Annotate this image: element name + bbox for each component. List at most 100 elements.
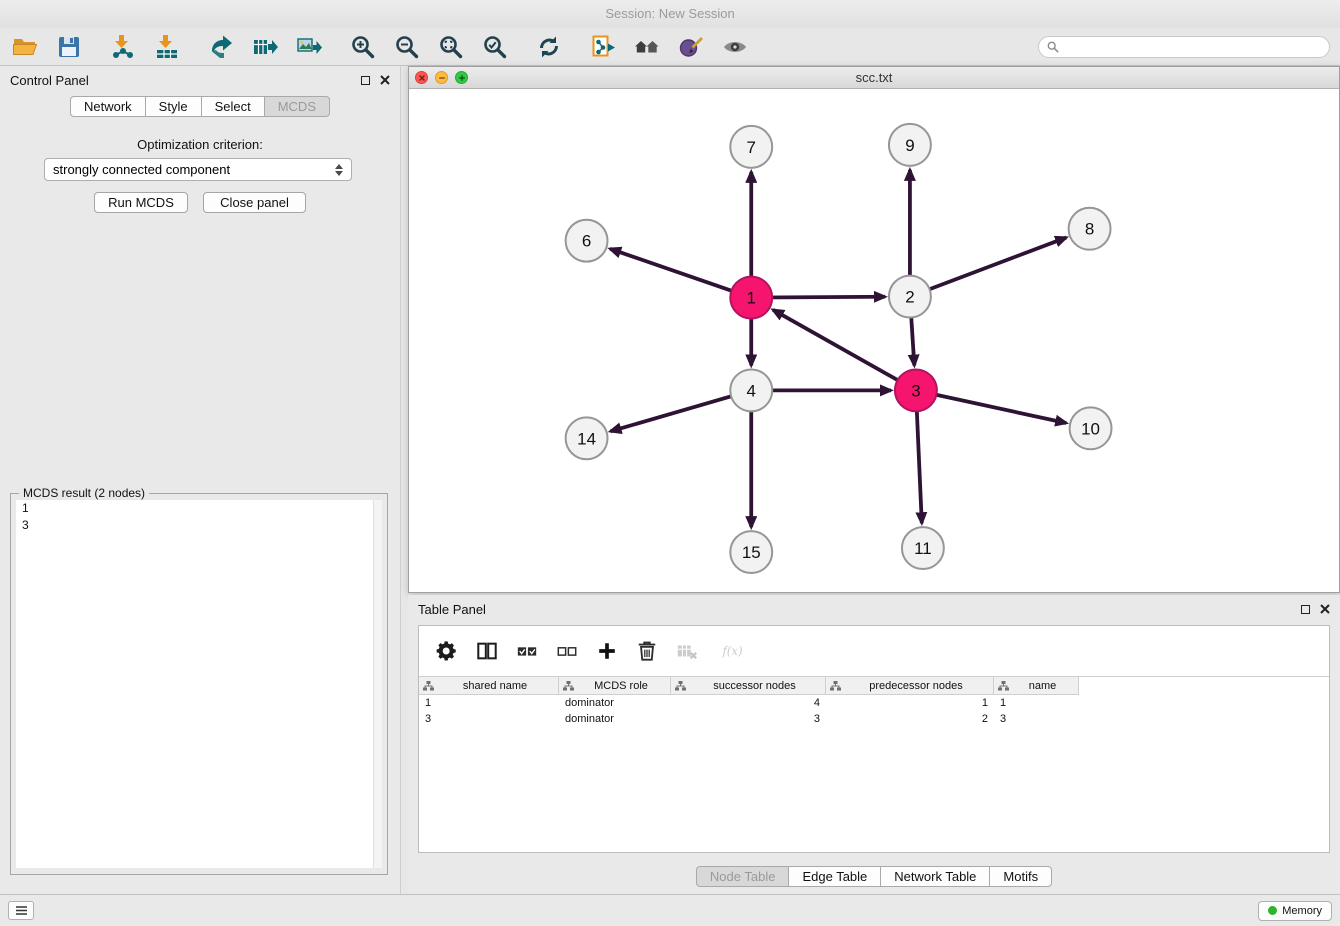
graph-edge-3-1[interactable] (773, 310, 916, 391)
minimize-window-icon[interactable] (435, 71, 448, 84)
mcds-result-box: MCDS result (2 nodes) 13 (10, 493, 388, 875)
result-line[interactable]: 3 (16, 517, 382, 534)
table-row[interactable]: 1dominator411 (419, 695, 1329, 711)
control-panel-float-icon[interactable] (361, 76, 370, 85)
graph-node-7[interactable]: 7 (730, 126, 772, 168)
tab-network-table[interactable]: Network Table (881, 866, 990, 887)
zoom-fit-icon[interactable] (436, 32, 466, 62)
network-canvas[interactable]: 7 9 6 8 1 2 4 3 14 10 15 11 (409, 89, 1339, 592)
cell-predecessor-nodes[interactable]: 2 (826, 711, 994, 727)
run-mcds-button[interactable]: Run MCDS (94, 192, 188, 213)
table-rows: 1dominator4113dominator323 (419, 695, 1329, 727)
graph-node-6[interactable]: 6 (566, 220, 608, 262)
graph-node-3[interactable]: 3 (895, 369, 937, 411)
save-session-icon[interactable] (54, 32, 84, 62)
zoom-selected-icon[interactable] (480, 32, 510, 62)
tab-mcds[interactable]: MCDS (265, 96, 330, 117)
cell-mcds-role[interactable]: dominator (559, 711, 671, 727)
cell-shared-name[interactable]: 3 (419, 711, 559, 727)
memory-button[interactable]: Memory (1258, 901, 1332, 921)
optimization-criterion-select[interactable]: strongly connected component (44, 158, 352, 181)
control-panel-close-icon[interactable] (380, 75, 390, 85)
network-window-title: scc.txt (409, 70, 1339, 85)
control-panel-tabs: Network Style Select MCDS (0, 96, 400, 117)
column-header-successor-nodes[interactable]: successor nodes (671, 677, 826, 695)
cell-successor-nodes[interactable]: 3 (671, 711, 826, 727)
toolbar-group (534, 32, 564, 62)
graph-node-label: 7 (747, 138, 756, 157)
table-row[interactable]: 3dominator323 (419, 711, 1329, 727)
table-panel-close-icon[interactable] (1320, 604, 1330, 614)
maximize-window-icon[interactable] (455, 71, 468, 84)
show-panels-button[interactable] (8, 901, 34, 920)
control-panel: Control Panel Network Style Select MCDS … (0, 66, 401, 894)
column-header-shared-name[interactable]: shared name (419, 677, 559, 695)
export-network-icon[interactable] (206, 32, 236, 62)
graph-edge-3-10[interactable] (916, 390, 1066, 423)
window-titlebar[interactable]: Session: New Session (0, 0, 1340, 28)
export-table-icon[interactable] (250, 32, 280, 62)
search-input[interactable] (1064, 40, 1321, 54)
column-header-mcds-role[interactable]: MCDS role (559, 677, 671, 695)
select-all-icon[interactable] (515, 639, 539, 663)
column-layout-icon[interactable] (475, 639, 499, 663)
search-box[interactable] (1038, 36, 1330, 58)
cell-mcds-role[interactable]: dominator (559, 695, 671, 711)
cell-successor-nodes[interactable]: 4 (671, 695, 826, 711)
table-panel-float-icon[interactable] (1301, 605, 1310, 614)
network-overview-icon[interactable] (632, 32, 662, 62)
network-graph[interactable]: 7 9 6 8 1 2 4 3 14 10 15 11 (409, 89, 1339, 592)
graph-node-11[interactable]: 11 (902, 527, 944, 569)
mcds-result-list[interactable]: 13 (16, 500, 382, 868)
graph-node-8[interactable]: 8 (1069, 208, 1111, 250)
graph-node-1[interactable]: 1 (730, 277, 772, 319)
graph-node-9[interactable]: 9 (889, 124, 931, 166)
graph-node-10[interactable]: 10 (1070, 407, 1112, 449)
result-line[interactable]: 1 (16, 500, 382, 517)
column-header-name[interactable]: name (994, 677, 1079, 695)
add-row-icon[interactable] (595, 639, 619, 663)
unselect-all-icon[interactable] (555, 639, 579, 663)
graph-edge-2-8[interactable] (910, 238, 1066, 297)
delete-row-icon[interactable] (635, 639, 659, 663)
toolbar-icon-groups (10, 32, 774, 62)
main-toolbar (0, 28, 1340, 66)
graph-node-14[interactable]: 14 (566, 417, 608, 459)
tab-select[interactable]: Select (202, 96, 265, 117)
tab-network[interactable]: Network (70, 96, 146, 117)
zoom-out-icon[interactable] (392, 32, 422, 62)
graph-edge-4-14[interactable] (611, 390, 752, 431)
refresh-view-icon[interactable] (534, 32, 564, 62)
close-window-icon[interactable] (415, 71, 428, 84)
copy-network-icon[interactable] (588, 32, 618, 62)
import-network-icon[interactable] (108, 32, 138, 62)
graph-node-15[interactable]: 15 (730, 531, 772, 573)
cell-name[interactable]: 1 (994, 695, 1079, 711)
control-panel-title: Control Panel (10, 73, 89, 88)
result-scrollbar[interactable] (373, 500, 382, 868)
node-table-container: f(x) shared nameMCDS rolesuccessor nodes… (418, 625, 1330, 853)
cell-name[interactable]: 3 (994, 711, 1079, 727)
svg-text:f(x): f(x) (721, 644, 743, 658)
settings-gear-icon[interactable] (435, 639, 459, 663)
graph-node-4[interactable]: 4 (730, 369, 772, 411)
cell-shared-name[interactable]: 1 (419, 695, 559, 711)
graph-node-2[interactable]: 2 (889, 276, 931, 318)
zoom-in-icon[interactable] (348, 32, 378, 62)
cell-predecessor-nodes[interactable]: 1 (826, 695, 994, 711)
graph-edge-1-6[interactable] (610, 249, 751, 298)
export-image-icon[interactable] (294, 32, 324, 62)
column-header-predecessor-nodes[interactable]: predecessor nodes (826, 677, 994, 695)
delete-table-icon (675, 639, 699, 663)
close-panel-button[interactable]: Close panel (203, 192, 306, 213)
optimization-criterion-label: Optimization criterion: (0, 137, 400, 152)
apply-style-icon[interactable] (676, 32, 706, 62)
tab-style[interactable]: Style (146, 96, 202, 117)
open-session-icon[interactable] (10, 32, 40, 62)
tab-edge-table[interactable]: Edge Table (789, 866, 881, 887)
tab-node-table[interactable]: Node Table (696, 866, 790, 887)
network-window-titlebar[interactable]: scc.txt (409, 67, 1339, 89)
show-hide-icon[interactable] (720, 32, 750, 62)
tab-motifs[interactable]: Motifs (990, 866, 1052, 887)
import-table-icon[interactable] (152, 32, 182, 62)
